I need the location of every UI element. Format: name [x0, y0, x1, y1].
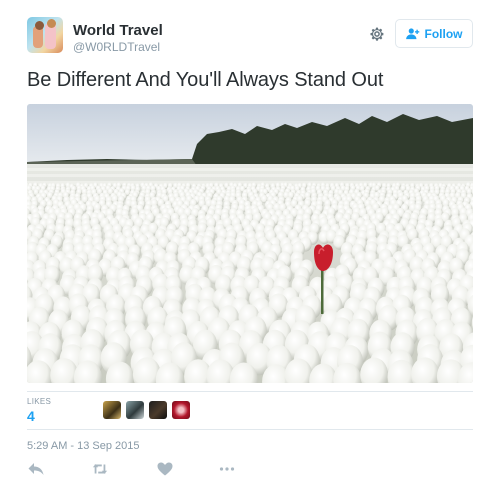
user-avatar[interactable] [27, 17, 63, 53]
avatar-figure [47, 19, 56, 28]
liker-avatar[interactable] [172, 401, 190, 419]
tweet-card: World Travel @W0RLDTravel Follow Be Diff… [0, 0, 500, 496]
divider [27, 429, 473, 430]
white-tulips [27, 182, 473, 383]
user-handle[interactable]: @W0RLDTravel [73, 40, 160, 54]
follow-button[interactable]: Follow [395, 19, 473, 48]
likes-count[interactable]: 4 [27, 408, 35, 424]
reply-icon[interactable] [28, 462, 44, 476]
likes-label: LIKES [27, 397, 52, 406]
liker-avatar[interactable] [149, 401, 167, 419]
tweet-photo[interactable] [27, 104, 473, 383]
tulip-field-image [27, 104, 473, 383]
liker-avatar[interactable] [126, 401, 144, 419]
liker-avatar[interactable] [103, 401, 121, 419]
gear-icon[interactable] [368, 25, 386, 43]
add-person-icon [405, 27, 419, 39]
more-dots-icon[interactable] [219, 462, 235, 476]
follow-label: Follow [424, 26, 463, 41]
likers-avatars [103, 401, 190, 419]
divider [27, 391, 473, 392]
tweet-timestamp[interactable]: 5:29 AM - 13 Sep 2015 [27, 440, 140, 452]
avatar-figure [35, 21, 44, 30]
tweet-text: Be Different And You'll Always Stand Out [27, 69, 384, 91]
retweet-icon[interactable] [92, 462, 108, 476]
heart-icon[interactable] [157, 462, 173, 476]
user-display-name[interactable]: World Travel [73, 22, 163, 39]
